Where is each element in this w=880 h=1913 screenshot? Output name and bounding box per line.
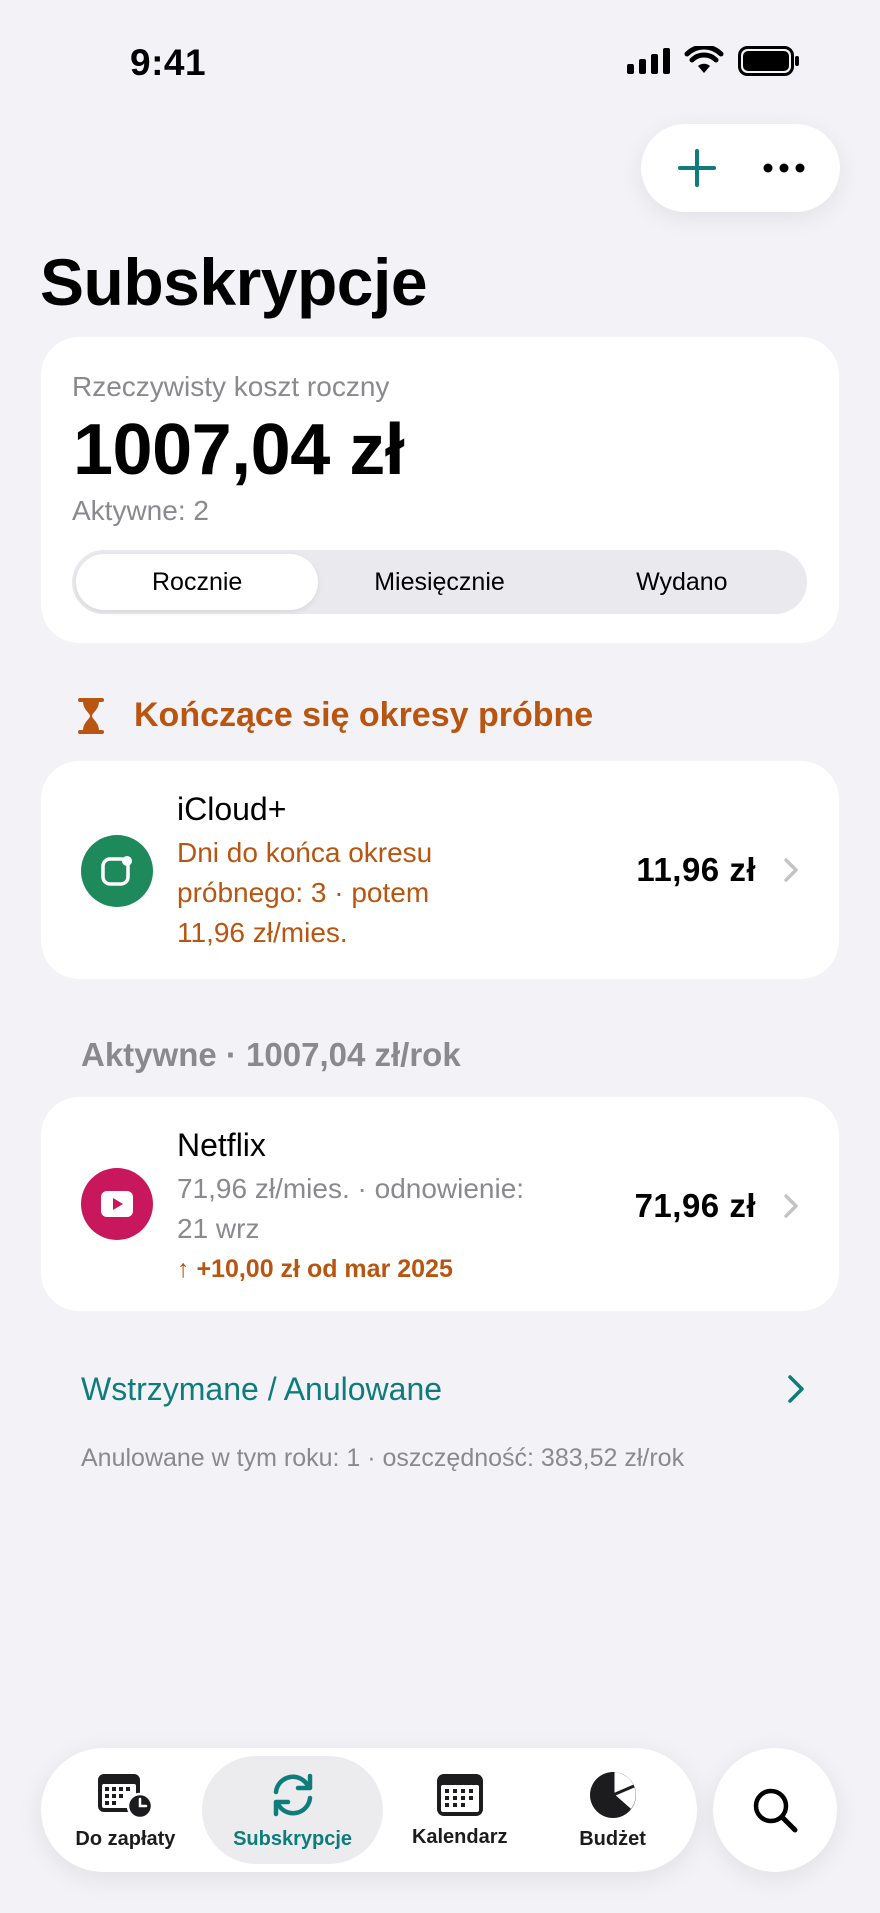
calendar-clock-icon xyxy=(98,1773,154,1819)
active-section-header: Aktywne · 1007,04 zł/rok xyxy=(81,1036,461,1073)
tab-label: Budżet xyxy=(579,1827,646,1850)
chevron-right-icon xyxy=(788,1375,804,1403)
tab-label: Kalendarz xyxy=(411,1825,508,1848)
trial-detail-line: 11,96 zł/mies. xyxy=(177,917,348,948)
status-time: 9:41 xyxy=(130,42,207,83)
wifi-icon xyxy=(684,46,724,73)
cellular-signal-icon xyxy=(627,48,670,74)
tab-label: Subskrypcje xyxy=(233,1827,353,1850)
plus-icon xyxy=(677,149,716,187)
trial-detail-line: Dni do końca okresu xyxy=(177,837,433,868)
hourglass-icon xyxy=(78,697,104,734)
price-change-note: ↑ +10,00 zł od mar 2025 xyxy=(177,1255,453,1283)
cancelled-savings-note: Anulowane w tym roku: 1 · oszczędność: 3… xyxy=(81,1444,685,1472)
search-icon xyxy=(753,1788,798,1833)
tab-bar: Do zapłaty Subskrypcje Kalendarz Budżet xyxy=(41,1748,697,1872)
subscription-detail-line: 71,96 zł/mies. · odnowienie: xyxy=(177,1173,525,1204)
segment-monthly[interactable]: Miesięcznie xyxy=(318,554,560,610)
trial-detail-line: próbnego: 3 · potem xyxy=(177,877,430,908)
subscription-price: 71,96 zł xyxy=(634,1187,756,1224)
period-segmented-control: Rocznie Miesięcznie Wydano xyxy=(72,550,807,614)
annual-cost-label: Rzeczywisty koszt roczny xyxy=(72,371,390,402)
tab-calendar[interactable]: Kalendarz xyxy=(383,1756,536,1864)
annual-cost-amount: 1007,04 zł xyxy=(73,410,405,490)
tab-due[interactable]: Do zapłaty xyxy=(49,1756,202,1864)
calendar-icon xyxy=(436,1773,483,1816)
more-options-button[interactable] xyxy=(749,133,819,203)
subscription-name: Netflix xyxy=(177,1127,266,1163)
subscription-card-icloud[interactable]: iCloud+ Dni do końca okresu próbnego: 3 … xyxy=(41,761,839,979)
search-button[interactable] xyxy=(713,1748,837,1872)
status-icons xyxy=(627,46,800,76)
chevron-right-icon xyxy=(784,858,798,882)
paused-cancelled-label: Wstrzymane / Anulowane xyxy=(81,1370,443,1407)
pie-chart-icon xyxy=(589,1771,636,1818)
active-count: Aktywne: 2 xyxy=(72,495,209,526)
subscription-price: 11,96 zł xyxy=(636,851,756,888)
header-actions xyxy=(641,124,840,212)
chevron-right-icon xyxy=(784,1194,798,1218)
sync-icon xyxy=(273,1773,312,1816)
tab-label: Do zapłaty xyxy=(75,1827,176,1850)
icloud-icon xyxy=(81,835,153,907)
ellipsis-icon xyxy=(763,163,805,173)
trials-section-title: Kończące się okresy próbne xyxy=(134,696,594,734)
segment-spent[interactable]: Wydano xyxy=(561,554,803,610)
page-title: Subskrypcje xyxy=(40,245,428,319)
trial-detail: Dni do końca okresu próbnego: 3 · potem … xyxy=(177,833,432,953)
trials-section-header: Kończące się okresy próbne xyxy=(78,696,593,735)
play-icon xyxy=(81,1168,153,1240)
segment-yearly[interactable]: Rocznie xyxy=(76,554,319,610)
tab-budget[interactable]: Budżet xyxy=(536,1756,689,1864)
add-subscription-button[interactable] xyxy=(662,133,732,203)
subscription-name: iCloud+ xyxy=(177,791,287,827)
subscription-card-netflix[interactable]: Netflix 71,96 zł/mies. · odnowienie: 21 … xyxy=(41,1097,839,1311)
subscription-detail: 71,96 zł/mies. · odnowienie: 21 wrz xyxy=(177,1169,524,1249)
paused-cancelled-link[interactable]: Wstrzymane / Anulowane xyxy=(81,1364,805,1414)
subscription-detail-line: 21 wrz xyxy=(177,1213,260,1244)
battery-icon xyxy=(738,46,799,76)
tab-subscriptions[interactable]: Subskrypcje xyxy=(201,1756,384,1864)
annual-cost-card: Rzeczywisty koszt roczny 1007,04 zł Akty… xyxy=(41,337,839,643)
